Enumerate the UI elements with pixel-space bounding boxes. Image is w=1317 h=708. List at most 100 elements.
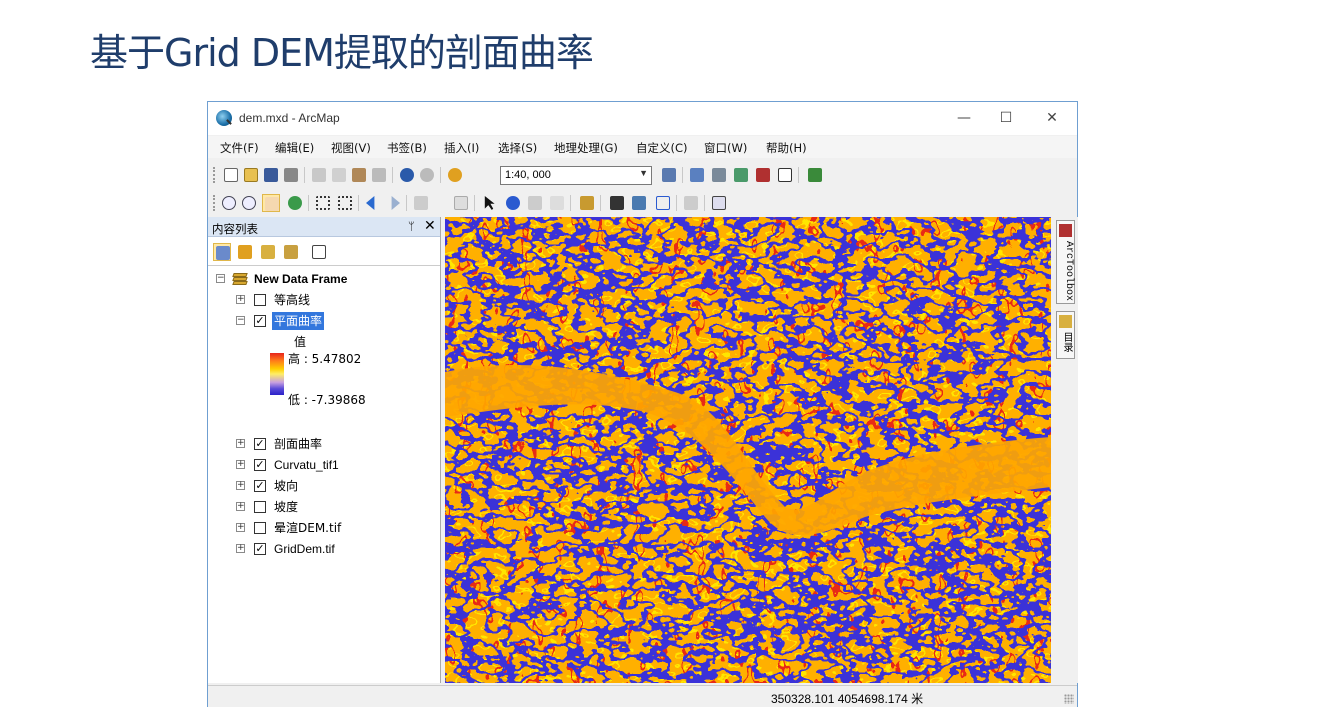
layer-name: 等高线 xyxy=(274,293,311,307)
toolbox-icon xyxy=(1059,224,1072,237)
full-extent-globe-icon[interactable] xyxy=(286,194,304,212)
expand-icon[interactable]: + xyxy=(236,502,245,511)
expand-icon[interactable]: + xyxy=(236,295,245,304)
slide-title: 基于Grid DEM提取的剖面曲率 xyxy=(90,31,594,75)
layer-row[interactable]: + 等高线 xyxy=(236,291,436,309)
cut-icon[interactable] xyxy=(310,166,328,184)
expand-icon[interactable]: + xyxy=(236,544,245,553)
expand-icon[interactable]: + xyxy=(236,460,245,469)
layer-visibility-checkbox[interactable]: ✓ xyxy=(254,438,266,450)
catalog-tab[interactable]: 目录 xyxy=(1056,311,1075,359)
toolbar-grip[interactable] xyxy=(213,167,216,183)
go-to-xy-icon[interactable] xyxy=(654,194,672,212)
list-by-drawing-order-icon[interactable] xyxy=(213,243,231,261)
menu-geoprocessing[interactable]: 地理处理(G) xyxy=(554,140,618,156)
menu-bar: 文件(F) 编辑(E) 视图(V) 书签(B) 插入(I) 选择(S) 地理处理… xyxy=(208,136,1077,158)
layer-visibility-checkbox[interactable]: ✓ xyxy=(254,543,266,555)
find-binoculars-icon[interactable] xyxy=(608,194,626,212)
open-folder-icon[interactable] xyxy=(242,166,260,184)
layer-row[interactable]: − ✓ 平面曲率 xyxy=(236,312,436,330)
menu-file[interactable]: 文件(F) xyxy=(220,140,259,156)
select-features-icon[interactable] xyxy=(412,194,438,212)
hyperlink-icon[interactable] xyxy=(526,194,544,212)
layer-visibility-checkbox[interactable] xyxy=(254,501,266,513)
find-route-icon[interactable] xyxy=(630,194,648,212)
catalog-window-icon[interactable] xyxy=(710,166,728,184)
collapse-icon[interactable]: − xyxy=(236,316,245,325)
collapse-icon[interactable]: − xyxy=(216,274,225,283)
python-window-icon[interactable] xyxy=(776,166,794,184)
expand-icon[interactable]: + xyxy=(236,439,245,448)
menu-bookmarks[interactable]: 书签(B) xyxy=(387,140,427,156)
new-document-icon[interactable] xyxy=(222,166,240,184)
identify-icon[interactable] xyxy=(504,194,522,212)
layer-name: 剖面曲率 xyxy=(274,437,323,451)
menu-edit[interactable]: 编辑(E) xyxy=(275,140,314,156)
toc-header: 内容列表 ᛘ ✕ xyxy=(208,217,440,237)
layer-visibility-checkbox[interactable]: ✓ xyxy=(254,480,266,492)
layer-row[interactable]: + 晕渲DEM.tif xyxy=(236,519,436,537)
data-frame-name: New Data Frame xyxy=(254,272,348,286)
list-by-source-icon[interactable] xyxy=(236,243,254,261)
select-elements-arrow-icon[interactable] xyxy=(480,194,498,212)
delete-icon[interactable] xyxy=(370,166,388,184)
layer-row[interactable]: + 坡度 xyxy=(236,498,436,516)
pan-hand-icon[interactable] xyxy=(262,194,280,212)
minimize-button[interactable]: — xyxy=(950,108,978,128)
undo-icon[interactable] xyxy=(398,166,416,184)
layer-visibility-checkbox[interactable]: ✓ xyxy=(254,315,266,327)
list-by-selection-icon[interactable] xyxy=(282,243,300,261)
legend-high-label: 高 : 5.47802 xyxy=(288,352,362,366)
resize-grip[interactable] xyxy=(1064,694,1074,704)
layer-row[interactable]: + ✓ 坡向 xyxy=(236,477,436,495)
menu-help[interactable]: 帮助(H) xyxy=(766,140,807,156)
html-popup-icon[interactable] xyxy=(548,194,566,212)
menu-customize[interactable]: 自定义(C) xyxy=(636,140,688,156)
add-data-icon[interactable] xyxy=(446,166,472,184)
expand-icon[interactable]: + xyxy=(236,481,245,490)
measure-icon[interactable] xyxy=(578,194,596,212)
redo-icon[interactable] xyxy=(418,166,436,184)
maximize-button[interactable]: ☐ xyxy=(992,108,1020,128)
menu-selection[interactable]: 选择(S) xyxy=(498,140,537,156)
layer-visibility-checkbox[interactable]: ✓ xyxy=(254,459,266,471)
save-icon[interactable] xyxy=(262,166,280,184)
toc-close-icon[interactable]: ✕ xyxy=(424,218,436,234)
layer-row[interactable]: + ✓ Curvatu_tif1 xyxy=(236,456,436,474)
paste-icon[interactable] xyxy=(350,166,368,184)
arctoolbox-tab[interactable]: ArcToolbox xyxy=(1056,220,1075,304)
chevron-down-icon[interactable]: ▼ xyxy=(639,168,648,178)
close-button[interactable]: ✕ xyxy=(1038,108,1066,128)
zoom-in-icon[interactable] xyxy=(220,194,238,212)
layer-row[interactable]: + ✓ GridDem.tif xyxy=(236,540,436,558)
data-frame-row[interactable]: − New Data Frame xyxy=(216,270,436,288)
back-arrow-icon[interactable] xyxy=(364,194,382,212)
zoom-out-icon[interactable] xyxy=(240,194,258,212)
layer-visibility-checkbox[interactable] xyxy=(254,522,266,534)
fixed-zoom-out-icon[interactable] xyxy=(336,194,354,212)
map-view[interactable] xyxy=(445,217,1051,683)
toc-options-icon[interactable] xyxy=(310,243,328,261)
table-window-icon[interactable] xyxy=(688,166,706,184)
pin-icon[interactable]: ᛘ xyxy=(408,220,415,233)
print-icon[interactable] xyxy=(282,166,300,184)
layer-visibility-checkbox[interactable] xyxy=(254,294,266,306)
copy-icon[interactable] xyxy=(330,166,348,184)
toolbar-grip[interactable] xyxy=(213,195,216,211)
time-slider-icon[interactable] xyxy=(682,194,700,212)
forward-arrow-icon[interactable] xyxy=(384,194,402,212)
layer-row[interactable]: + ✓ 剖面曲率 xyxy=(236,435,436,453)
clear-selection-icon[interactable] xyxy=(452,194,470,212)
menu-view[interactable]: 视图(V) xyxy=(331,140,371,156)
map-scale-input[interactable]: 1:40, 000 ▼ xyxy=(500,166,652,185)
viewer-window-icon[interactable] xyxy=(710,194,728,212)
editor-toolbar-icon[interactable] xyxy=(660,166,678,184)
expand-icon[interactable]: + xyxy=(236,523,245,532)
search-window-icon[interactable] xyxy=(732,166,750,184)
list-by-visibility-icon[interactable] xyxy=(259,243,277,261)
fixed-zoom-in-icon[interactable] xyxy=(314,194,332,212)
menu-insert[interactable]: 插入(I) xyxy=(444,140,479,156)
modelbuilder-icon[interactable] xyxy=(806,166,824,184)
menu-windows[interactable]: 窗口(W) xyxy=(704,140,747,156)
arctoolbox-icon[interactable] xyxy=(754,166,772,184)
